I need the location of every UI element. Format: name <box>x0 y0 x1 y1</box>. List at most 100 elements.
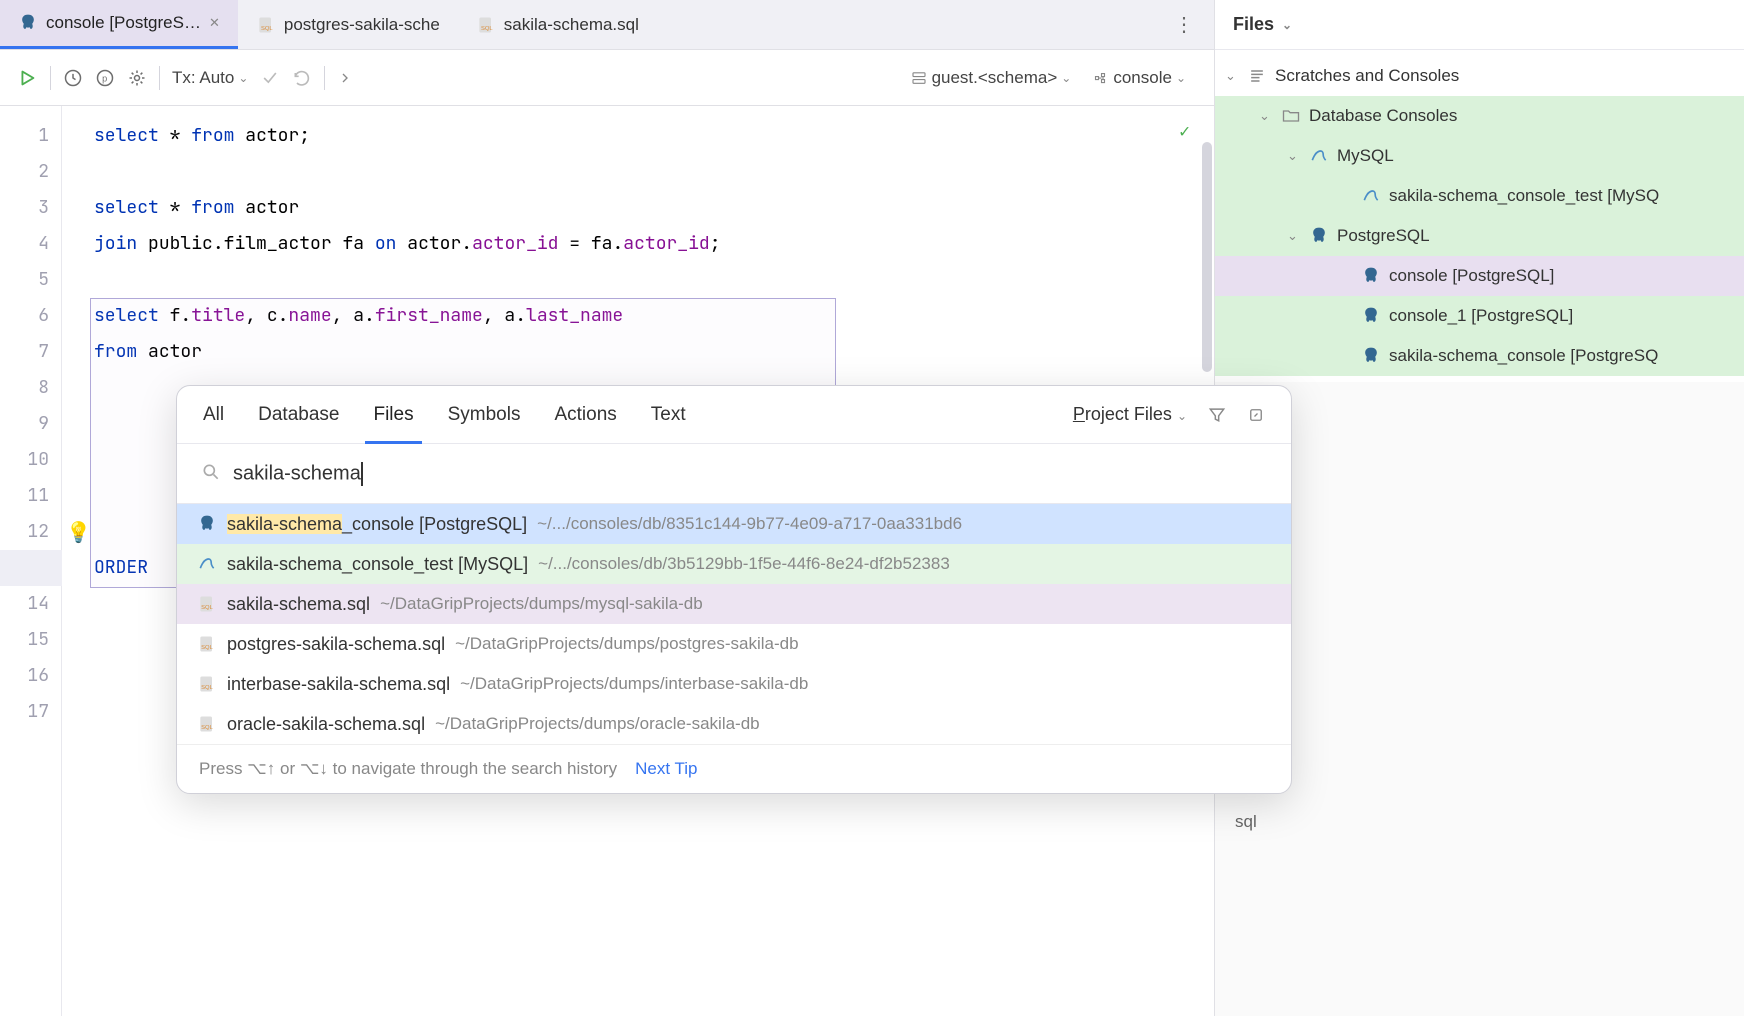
partial-label: sql <box>1215 382 1744 832</box>
tab-label: postgres-sakila-sche <box>284 15 440 35</box>
search-result-item[interactable]: SQLinterbase-sakila-schema.sql ~/DataGri… <box>177 664 1291 704</box>
result-title: sakila-schema_console [PostgreSQL] <box>227 514 527 535</box>
scope-dropdown[interactable]: Project Files ⌄ <box>1073 404 1187 425</box>
tree-item[interactable]: ⌄ Database Consoles <box>1215 96 1744 136</box>
history-icon[interactable] <box>63 68 83 88</box>
search-result-item[interactable]: SQLsakila-schema.sql ~/DataGripProjects/… <box>177 584 1291 624</box>
tab-postgres-sakila-schema[interactable]: SQL postgres-sakila-sche <box>238 0 458 49</box>
tree-item[interactable]: ⌄ MySQL <box>1215 136 1744 176</box>
svg-text:SQL: SQL <box>201 685 213 691</box>
result-path: ~/DataGripProjects/dumps/oracle-sakila-d… <box>435 714 760 734</box>
search-tab-files[interactable]: Files <box>373 386 413 443</box>
tree-item[interactable]: ⌄ PostgreSQL <box>1215 216 1744 256</box>
session-dropdown[interactable]: console ⌄ <box>1091 68 1186 88</box>
svg-text:p: p <box>102 73 107 83</box>
sql-file-icon: SQL <box>476 15 496 35</box>
search-result-item[interactable]: sakila-schema_console_test [MySQL] ~/...… <box>177 544 1291 584</box>
search-everywhere-popup: All Database Files Symbols Actions Text … <box>176 385 1292 794</box>
editor-scrollbar[interactable] <box>1202 142 1212 372</box>
result-title: postgres-sakila-schema.sql <box>227 634 445 655</box>
search-tab-text[interactable]: Text <box>651 386 686 443</box>
chevron-right-icon[interactable] <box>337 70 353 86</box>
postgres-icon <box>1309 226 1329 246</box>
tree-item-label: console_1 [PostgreSQL] <box>1389 306 1573 326</box>
search-result-item[interactable]: SQL oracle-sakila-schema.sql ~/DataGripPr… <box>177 704 1291 744</box>
chevron-down-icon: ⌄ <box>1176 71 1186 85</box>
schema-dropdown[interactable]: guest.<schema> ⌄ <box>910 68 1072 88</box>
intention-bulb-icon[interactable]: 💡 <box>66 519 91 545</box>
search-footer-hint: Press ⌥↑ or ⌥↓ to navigate through the s… <box>199 759 617 779</box>
tab-sakila-schema[interactable]: SQL sakila-schema.sql <box>458 0 657 49</box>
run-icon[interactable] <box>16 67 38 89</box>
chevron-down-icon: ⌄ <box>1177 409 1187 423</box>
chevron-down-icon[interactable]: ⌄ <box>1287 228 1301 244</box>
tree-item-label: Scratches and Consoles <box>1275 66 1459 86</box>
sql-file-icon: SQL <box>197 714 217 734</box>
tree-item-label: PostgreSQL <box>1337 226 1430 246</box>
tx-mode-dropdown[interactable]: Tx: Auto ⌄ <box>172 68 248 88</box>
chevron-down-icon[interactable]: ⌄ <box>1225 68 1239 84</box>
svg-text:SQL: SQL <box>481 26 493 32</box>
next-tip-link[interactable]: Next Tip <box>635 759 697 779</box>
tab-label: sakila-schema.sql <box>504 15 639 35</box>
search-result-item[interactable]: SQLpostgres-sakila-schema.sql ~/DataGrip… <box>177 624 1291 664</box>
result-title: sakila-schema_console_test [MySQL] <box>227 554 528 575</box>
editor-tabs: console [PostgreS… ✕ SQL postgres-sakila… <box>0 0 1214 50</box>
chevron-down-icon[interactable]: ⌄ <box>1259 108 1273 124</box>
inspection-status-icon[interactable]: ✓ <box>1179 120 1190 143</box>
search-tab-all[interactable]: All <box>203 386 224 443</box>
tree-item-label: sakila-schema_console_test [MySQ <box>1389 186 1659 206</box>
files-panel-header[interactable]: Files ⌄ <box>1215 0 1744 50</box>
tree-item[interactable]: sakila-schema_console [PostgreSQ <box>1215 336 1744 376</box>
postgres-icon <box>1361 266 1381 286</box>
search-tab-actions[interactable]: Actions <box>554 386 616 443</box>
svg-text:SQL: SQL <box>201 725 213 731</box>
commit-icon[interactable] <box>260 68 280 88</box>
tree-item-label: console [PostgreSQL] <box>1389 266 1554 286</box>
sql-file-icon: SQL <box>256 15 276 35</box>
sql-file-icon: SQL <box>197 674 217 694</box>
files-tree: ⌄ Scratches and Consoles ⌄ Database Console… <box>1215 50 1744 382</box>
pin-icon[interactable] <box>1247 406 1265 424</box>
tab-console-postgres[interactable]: console [PostgreS… ✕ <box>0 0 238 49</box>
chevron-down-icon[interactable]: ⌄ <box>1287 148 1301 164</box>
mysql-icon <box>1361 186 1381 206</box>
postgres-icon <box>1361 346 1381 366</box>
tab-label: console [PostgreS… <box>46 13 201 33</box>
filter-icon[interactable] <box>1207 405 1227 425</box>
search-tab-database[interactable]: Database <box>258 386 339 443</box>
close-icon[interactable]: ✕ <box>209 15 220 31</box>
result-path: ~/.../consoles/db/3b5129bb-1f5e-44f6-8e2… <box>538 554 950 574</box>
mysql-icon <box>1309 146 1329 166</box>
chevron-down-icon: ⌄ <box>1282 18 1292 32</box>
svg-text:SQL: SQL <box>201 605 213 611</box>
schema-label: guest.<schema> <box>932 68 1058 88</box>
tree-item[interactable]: ⌄ Scratches and Consoles <box>1215 56 1744 96</box>
search-icon <box>201 462 221 485</box>
explain-plan-icon[interactable]: p <box>95 68 115 88</box>
tab-overflow-menu[interactable]: ⋮ <box>1154 12 1214 37</box>
tree-item-label: Database Consoles <box>1309 106 1457 126</box>
result-title: oracle-sakila-schema.sql <box>227 714 425 735</box>
search-tab-symbols[interactable]: Symbols <box>448 386 521 443</box>
files-tool-window: Files ⌄ ⌄ Scratches and Consoles ⌄ Database… <box>1214 0 1744 1016</box>
search-results: sakila-schema_console [PostgreSQL] ~/...… <box>177 504 1291 744</box>
search-result-item[interactable]: sakila-schema_console [PostgreSQL] ~/...… <box>177 504 1291 544</box>
sql-file-icon: SQL <box>197 634 217 654</box>
tree-item[interactable]: console [PostgreSQL] <box>1215 256 1744 296</box>
result-path: ~/DataGripProjects/dumps/interbase-sakil… <box>460 674 808 694</box>
result-title: sakila-schema.sql <box>227 594 370 615</box>
search-query-text[interactable]: sakila-schema <box>233 462 363 486</box>
folder-icon <box>1281 106 1301 126</box>
tx-mode-label: Tx: Auto <box>172 68 234 88</box>
editor-toolbar: p Tx: Auto ⌄ guest. <box>0 50 1214 106</box>
files-panel-title: Files <box>1233 14 1274 35</box>
search-input-row: sakila-schema <box>177 444 1291 504</box>
settings-icon[interactable] <box>127 68 147 88</box>
postgres-icon <box>18 13 38 33</box>
rollback-icon[interactable] <box>292 68 312 88</box>
tree-item[interactable]: sakila-schema_console_test [MySQ <box>1215 176 1744 216</box>
svg-text:SQL: SQL <box>261 26 273 32</box>
tree-item-label: MySQL <box>1337 146 1394 166</box>
tree-item[interactable]: console_1 [PostgreSQL] <box>1215 296 1744 336</box>
